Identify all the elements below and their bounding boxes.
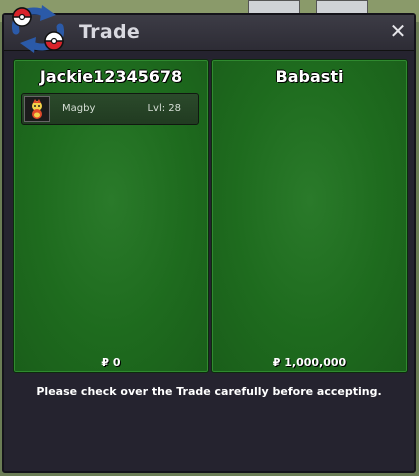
trade-window: Trade ✕ Jackie12345678 Magby Lvl: 28 ₽ 0…	[2, 5, 416, 473]
window-title: Trade	[79, 21, 141, 43]
partner-offer-panel: Babasti ₽ 1,000,000	[211, 59, 408, 373]
player-name-right: Babasti	[275, 67, 344, 86]
close-button[interactable]: ✕	[388, 20, 408, 42]
item-pokemon-name: Magby	[62, 103, 96, 114]
trade-warning-notice: Please check over the Trade carefully be…	[36, 385, 382, 398]
trade-item-slot[interactable]: Magby Lvl: 28	[21, 93, 199, 125]
money-offer-right: ₽ 1,000,000	[272, 356, 347, 369]
magby-icon	[24, 96, 50, 122]
money-offer-left: ₽ 0	[101, 356, 121, 369]
my-offer-panel: Jackie12345678 Magby Lvl: 28 ₽ 0	[13, 59, 209, 373]
item-pokemon-level: Lvl: 28	[147, 103, 181, 114]
player-name-left: Jackie12345678	[39, 67, 183, 86]
trade-exchange-icon	[11, 5, 65, 53]
